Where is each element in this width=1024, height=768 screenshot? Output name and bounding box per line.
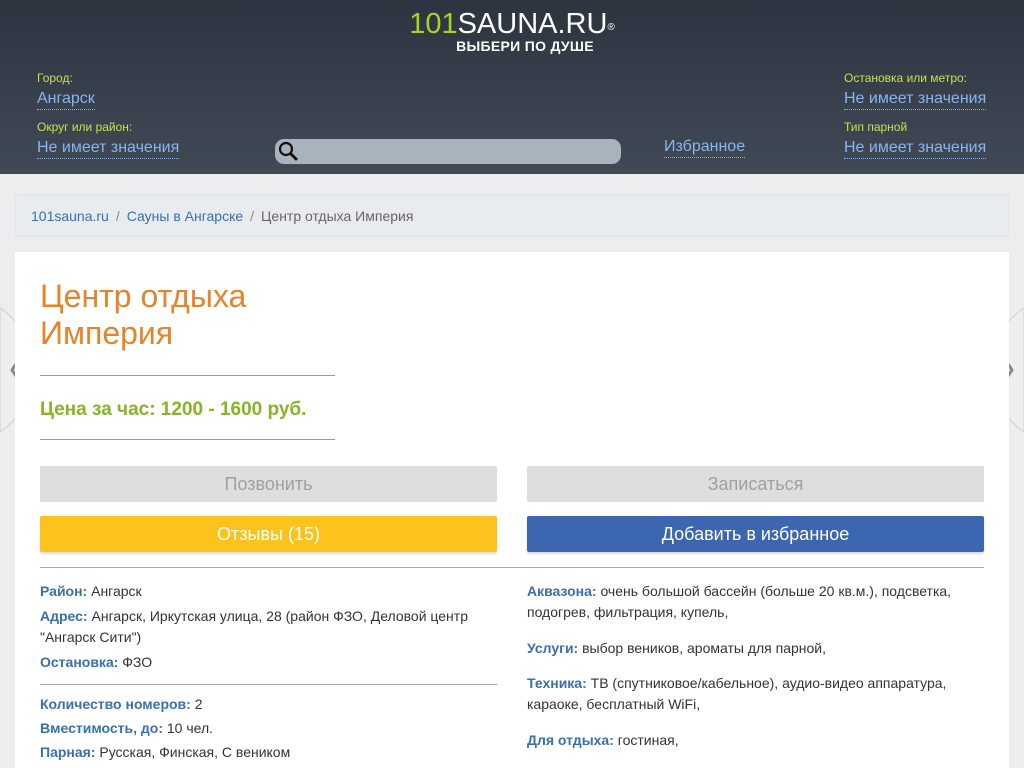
detail-key: Количество номеров: [40,696,191,712]
city-label: Город: [37,71,73,85]
detail-value: Ангарск [91,583,142,599]
detail-value: очень большой бассейн (больше 20 кв.м.),… [600,583,952,599]
details-right: Аквазона: очень большой бассейн (больше … [527,581,987,751]
detail-services: Услуги: выбор веников, ароматы для парно… [527,638,987,659]
logo-word: SAUNA.RU [457,8,608,40]
detail-value: Ангарск, Иркутская улица, 28 (район ФЗО,… [91,608,469,624]
detail-aquazone: Аквазона: очень большой бассейн (больше … [527,581,987,623]
breadcrumb-home[interactable]: 101sauna.ru [31,208,109,224]
add-to-favorites-button[interactable]: Добавить в избранное [527,516,984,552]
logo-tagline: ВЫБЕРИ ПО ДУШЕ [456,38,594,54]
detail-value: подогрев, фильтрация, купель, [527,604,729,620]
reviews-button[interactable]: Отзывы (15) [40,516,497,552]
detail-key: Парная: [40,744,96,760]
breadcrumb-separator: / [250,208,255,224]
detail-value: 2 [194,696,203,712]
details-left: Район: Ангарск Адрес: Ангарск, Иркутская… [40,581,500,673]
search-box [275,139,621,164]
price-per-hour: Цена за час: 1200 - 1600 руб. [40,399,307,420]
detail-key: Вместимость, до: [40,720,163,736]
book-button[interactable]: Записаться [527,466,984,502]
breadcrumb: 101sauna.ru / Сауны в Ангарске / Центр отдых… [15,194,1009,237]
detail-value: Русская, Финская, С веником [99,744,291,760]
stop-label: Остановка или метро: [844,71,968,85]
breadcrumb-current: Центр отдыха Империя [261,208,414,224]
title-line-2: Империя [40,315,174,351]
divider [40,439,335,440]
detail-capacity: Вместимость, до: 10 чел. [40,718,500,739]
steam-type-select[interactable]: Не имеет значения [844,138,987,159]
district-select[interactable]: Не имеет значения [37,138,180,159]
detail-district: Район: Ангарск [40,581,500,602]
logo-registered-mark: ® [607,22,615,33]
district-label: Округ или район: [37,120,133,134]
site-logo[interactable]: 101SAUNA.RU® ВЫБЕРИ ПО ДУШЕ [0,8,1024,54]
logo-number: 101 [409,8,458,40]
detail-key: Услуги: [527,640,579,656]
breadcrumb-section[interactable]: Сауны в Ангарске [127,208,243,224]
divider [40,375,335,376]
detail-key: Остановка: [40,654,119,670]
divider [40,684,497,685]
detail-tech: Техника: ТВ (спутниковое/кабельное), ауд… [527,673,987,715]
favorites-link[interactable]: Избранное [664,137,746,158]
detail-value: 10 чел. [166,720,214,736]
detail-key: Для отдыха: [527,732,614,748]
city-select[interactable]: Ангарск [37,89,95,110]
site-header: 101SAUNA.RU® ВЫБЕРИ ПО ДУШЕ Город: Ангар… [0,0,1024,174]
detail-key: Адрес: [40,608,88,624]
steam-type-label: Тип парной [844,120,908,134]
search-input[interactable] [299,141,615,162]
breadcrumb-separator: / [115,208,120,224]
detail-stop: Остановка: ФЗО [40,652,500,673]
detail-key: Район: [40,583,88,599]
detail-rooms: Количество номеров: 2 [40,694,500,715]
stop-select[interactable]: Не имеет значения [844,89,987,110]
divider [40,567,984,568]
page-title: Центр отдыха Империя [40,278,360,352]
detail-value: ТВ (спутниковое/кабельное), аудио-видео … [590,675,947,691]
detail-value: караоке, бесплатный WiFi, [527,696,701,712]
detail-value: "Ангарск Сити") [40,629,142,645]
title-line-1: Центр отдыха [40,278,247,314]
detail-key: Аквазона: [527,583,597,599]
detail-value: выбор веников, ароматы для парной, [582,640,827,656]
detail-rest: Для отдыха: гостиная, [527,730,987,751]
detail-value: ФЗО [122,654,153,670]
detail-key: Техника: [527,675,587,691]
detail-address: Адрес: Ангарск, Иркутская улица, 28 (рай… [40,606,500,648]
place-card: Центр отдыха Империя Цена за час: 1200 -… [15,252,1009,768]
detail-value: гостиная, [617,732,679,748]
call-button[interactable]: Позвонить [40,466,497,502]
search-icon[interactable] [278,141,298,161]
details-left-2: Количество номеров: 2 Вместимость, до: 1… [40,694,500,763]
detail-steam: Парная: Русская, Финская, С веником [40,742,500,763]
